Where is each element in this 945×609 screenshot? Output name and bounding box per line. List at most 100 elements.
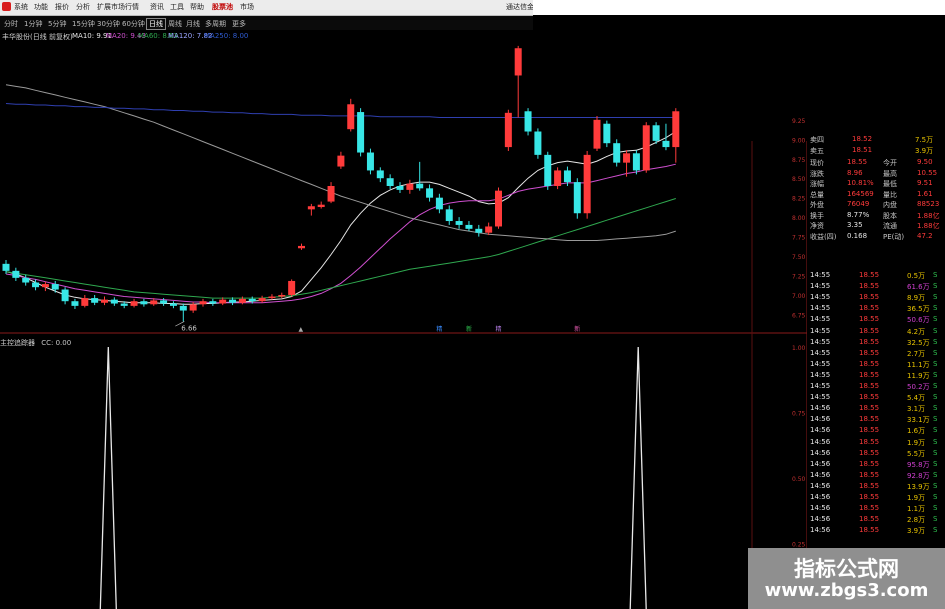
tick-volume: 50.6万 bbox=[907, 316, 930, 325]
indicator-legend: 主控追踪器 CC: 0.00 bbox=[0, 338, 71, 348]
price-tick-label: 7.00 bbox=[792, 293, 806, 300]
tick-volume: 3.1万 bbox=[907, 405, 926, 414]
tick-price: 18.55 bbox=[859, 404, 880, 413]
quote-field-value-2: 88523 bbox=[917, 200, 940, 208]
candle-body bbox=[544, 154, 552, 186]
candle-body bbox=[563, 170, 571, 183]
ask-level-volume: 7.5万 bbox=[915, 136, 934, 144]
candle-body bbox=[652, 125, 660, 141]
candle-body bbox=[534, 131, 542, 155]
tick-price: 18.55 bbox=[859, 282, 880, 291]
tick-price: 18.55 bbox=[859, 515, 880, 524]
tick-price: 18.55 bbox=[859, 337, 880, 346]
candle-body bbox=[573, 182, 581, 214]
tick-volume: 1.9万 bbox=[907, 438, 926, 447]
quote-field-label: 涨跌 bbox=[810, 169, 824, 178]
candle-body bbox=[110, 299, 118, 304]
tick-direction: S bbox=[933, 337, 938, 346]
candle-body bbox=[357, 112, 365, 153]
indicator-value: CC: 0.00 bbox=[41, 339, 72, 347]
tick-price: 18.55 bbox=[859, 470, 880, 479]
tick-price: 18.55 bbox=[859, 348, 880, 357]
tick-direction: S bbox=[933, 526, 938, 535]
candle-body bbox=[396, 186, 404, 190]
watermark-url: www.zbgs3.com bbox=[764, 580, 929, 601]
quote-field-value-2: 1.88亿 bbox=[917, 222, 940, 230]
quote-field-value-2: 10.55 bbox=[917, 168, 938, 177]
price-tick-label: 6.75 bbox=[792, 312, 806, 319]
quote-field-value-2: 1.61 bbox=[917, 189, 933, 198]
candle-body bbox=[268, 296, 276, 299]
tick-time: 14:56 bbox=[810, 470, 831, 479]
tick-direction: S bbox=[933, 393, 938, 402]
tick-price: 18.55 bbox=[859, 359, 880, 368]
low-price-label: 6.66 bbox=[181, 325, 197, 333]
quote-field-label: 涨幅 bbox=[810, 180, 824, 188]
tick-volume: 11.9万 bbox=[907, 371, 930, 380]
price-tick-label: 7.75 bbox=[792, 235, 806, 242]
tick-direction: S bbox=[933, 437, 938, 446]
site-watermark: 指标公式网 www.zbgs3.com bbox=[748, 548, 945, 609]
candle-body bbox=[327, 186, 335, 202]
candle-body bbox=[406, 183, 414, 190]
candle-body bbox=[337, 155, 345, 167]
candle-body bbox=[229, 299, 237, 303]
candle-body bbox=[219, 299, 227, 304]
tick-volume: 4.2万 bbox=[907, 327, 926, 336]
signal-marker: 新 bbox=[574, 325, 580, 333]
tick-volume: 8.9万 bbox=[907, 294, 926, 303]
signal-marker: 精 bbox=[496, 325, 502, 333]
tick-volume: 11.1万 bbox=[907, 360, 930, 369]
quote-field-label: 总量 bbox=[810, 190, 824, 199]
tick-price: 18.55 bbox=[859, 426, 880, 435]
candle-body bbox=[307, 206, 315, 210]
tick-volume: 92.8万 bbox=[907, 471, 930, 480]
quote-field-label: 净资 bbox=[810, 222, 824, 230]
tick-price: 18.55 bbox=[859, 415, 880, 424]
tick-time: 14:56 bbox=[810, 426, 831, 435]
tick-direction: S bbox=[933, 370, 938, 379]
quote-field-value-2: 9.50 bbox=[917, 158, 933, 166]
candle-body bbox=[376, 170, 384, 179]
candle-body bbox=[199, 301, 207, 305]
tick-price: 18.55 bbox=[859, 526, 880, 535]
quote-field-value-2: 1.88亿 bbox=[917, 211, 940, 220]
quote-panel: 卖四 18.52 7.5万 卖五 18.51 3.9万 现价 18.55 今开 9.50 涨跌 8.9… bbox=[807, 135, 945, 609]
indicator-tick-label: 0.50 bbox=[792, 476, 806, 483]
quote-field-label-2: 内盘 bbox=[883, 201, 897, 209]
quote-field-label-2: PE(动) bbox=[883, 232, 905, 241]
tick-price: 18.55 bbox=[859, 393, 880, 402]
candle-body bbox=[140, 301, 148, 305]
candle-body bbox=[632, 153, 640, 171]
tick-direction: S bbox=[933, 282, 938, 291]
tick-time: 14:55 bbox=[810, 348, 831, 357]
tick-direction: S bbox=[933, 448, 938, 457]
ask-level-label: 卖五 bbox=[810, 146, 824, 155]
quote-field-value-2: 9.51 bbox=[917, 179, 933, 187]
candle-body bbox=[504, 112, 512, 148]
candle-body bbox=[524, 111, 532, 132]
signal-marker: ▲ bbox=[299, 326, 304, 333]
tick-price: 18.55 bbox=[859, 493, 880, 501]
quote-field-label: 现价 bbox=[810, 159, 824, 167]
tick-time: 14:56 bbox=[810, 526, 831, 535]
tick-time: 14:56 bbox=[810, 437, 831, 446]
candle-body bbox=[32, 282, 40, 288]
kline-chart[interactable]: 6.66 ▲ 精 新 精 新 9.25 9.00 8.75 8.50 8.25 8.00 7.75 7.… bbox=[0, 0, 945, 609]
tick-time: 14:55 bbox=[810, 393, 831, 402]
quote-field-value: 0.168 bbox=[847, 231, 868, 240]
candle-body bbox=[160, 300, 168, 304]
tick-direction: S bbox=[933, 493, 938, 501]
tick-time: 14:56 bbox=[810, 504, 831, 513]
price-tick-label: 8.75 bbox=[792, 157, 806, 164]
tick-time: 14:56 bbox=[810, 404, 831, 413]
candle-body bbox=[366, 152, 374, 171]
tick-volume: 1.6万 bbox=[907, 427, 926, 436]
tick-direction: S bbox=[933, 293, 938, 302]
tick-price: 18.55 bbox=[859, 448, 880, 457]
candle-body bbox=[101, 299, 108, 303]
tick-direction: S bbox=[933, 348, 938, 357]
tick-volume: 3.9万 bbox=[907, 527, 926, 536]
candle-body bbox=[288, 280, 296, 295]
candle-body bbox=[583, 154, 591, 214]
